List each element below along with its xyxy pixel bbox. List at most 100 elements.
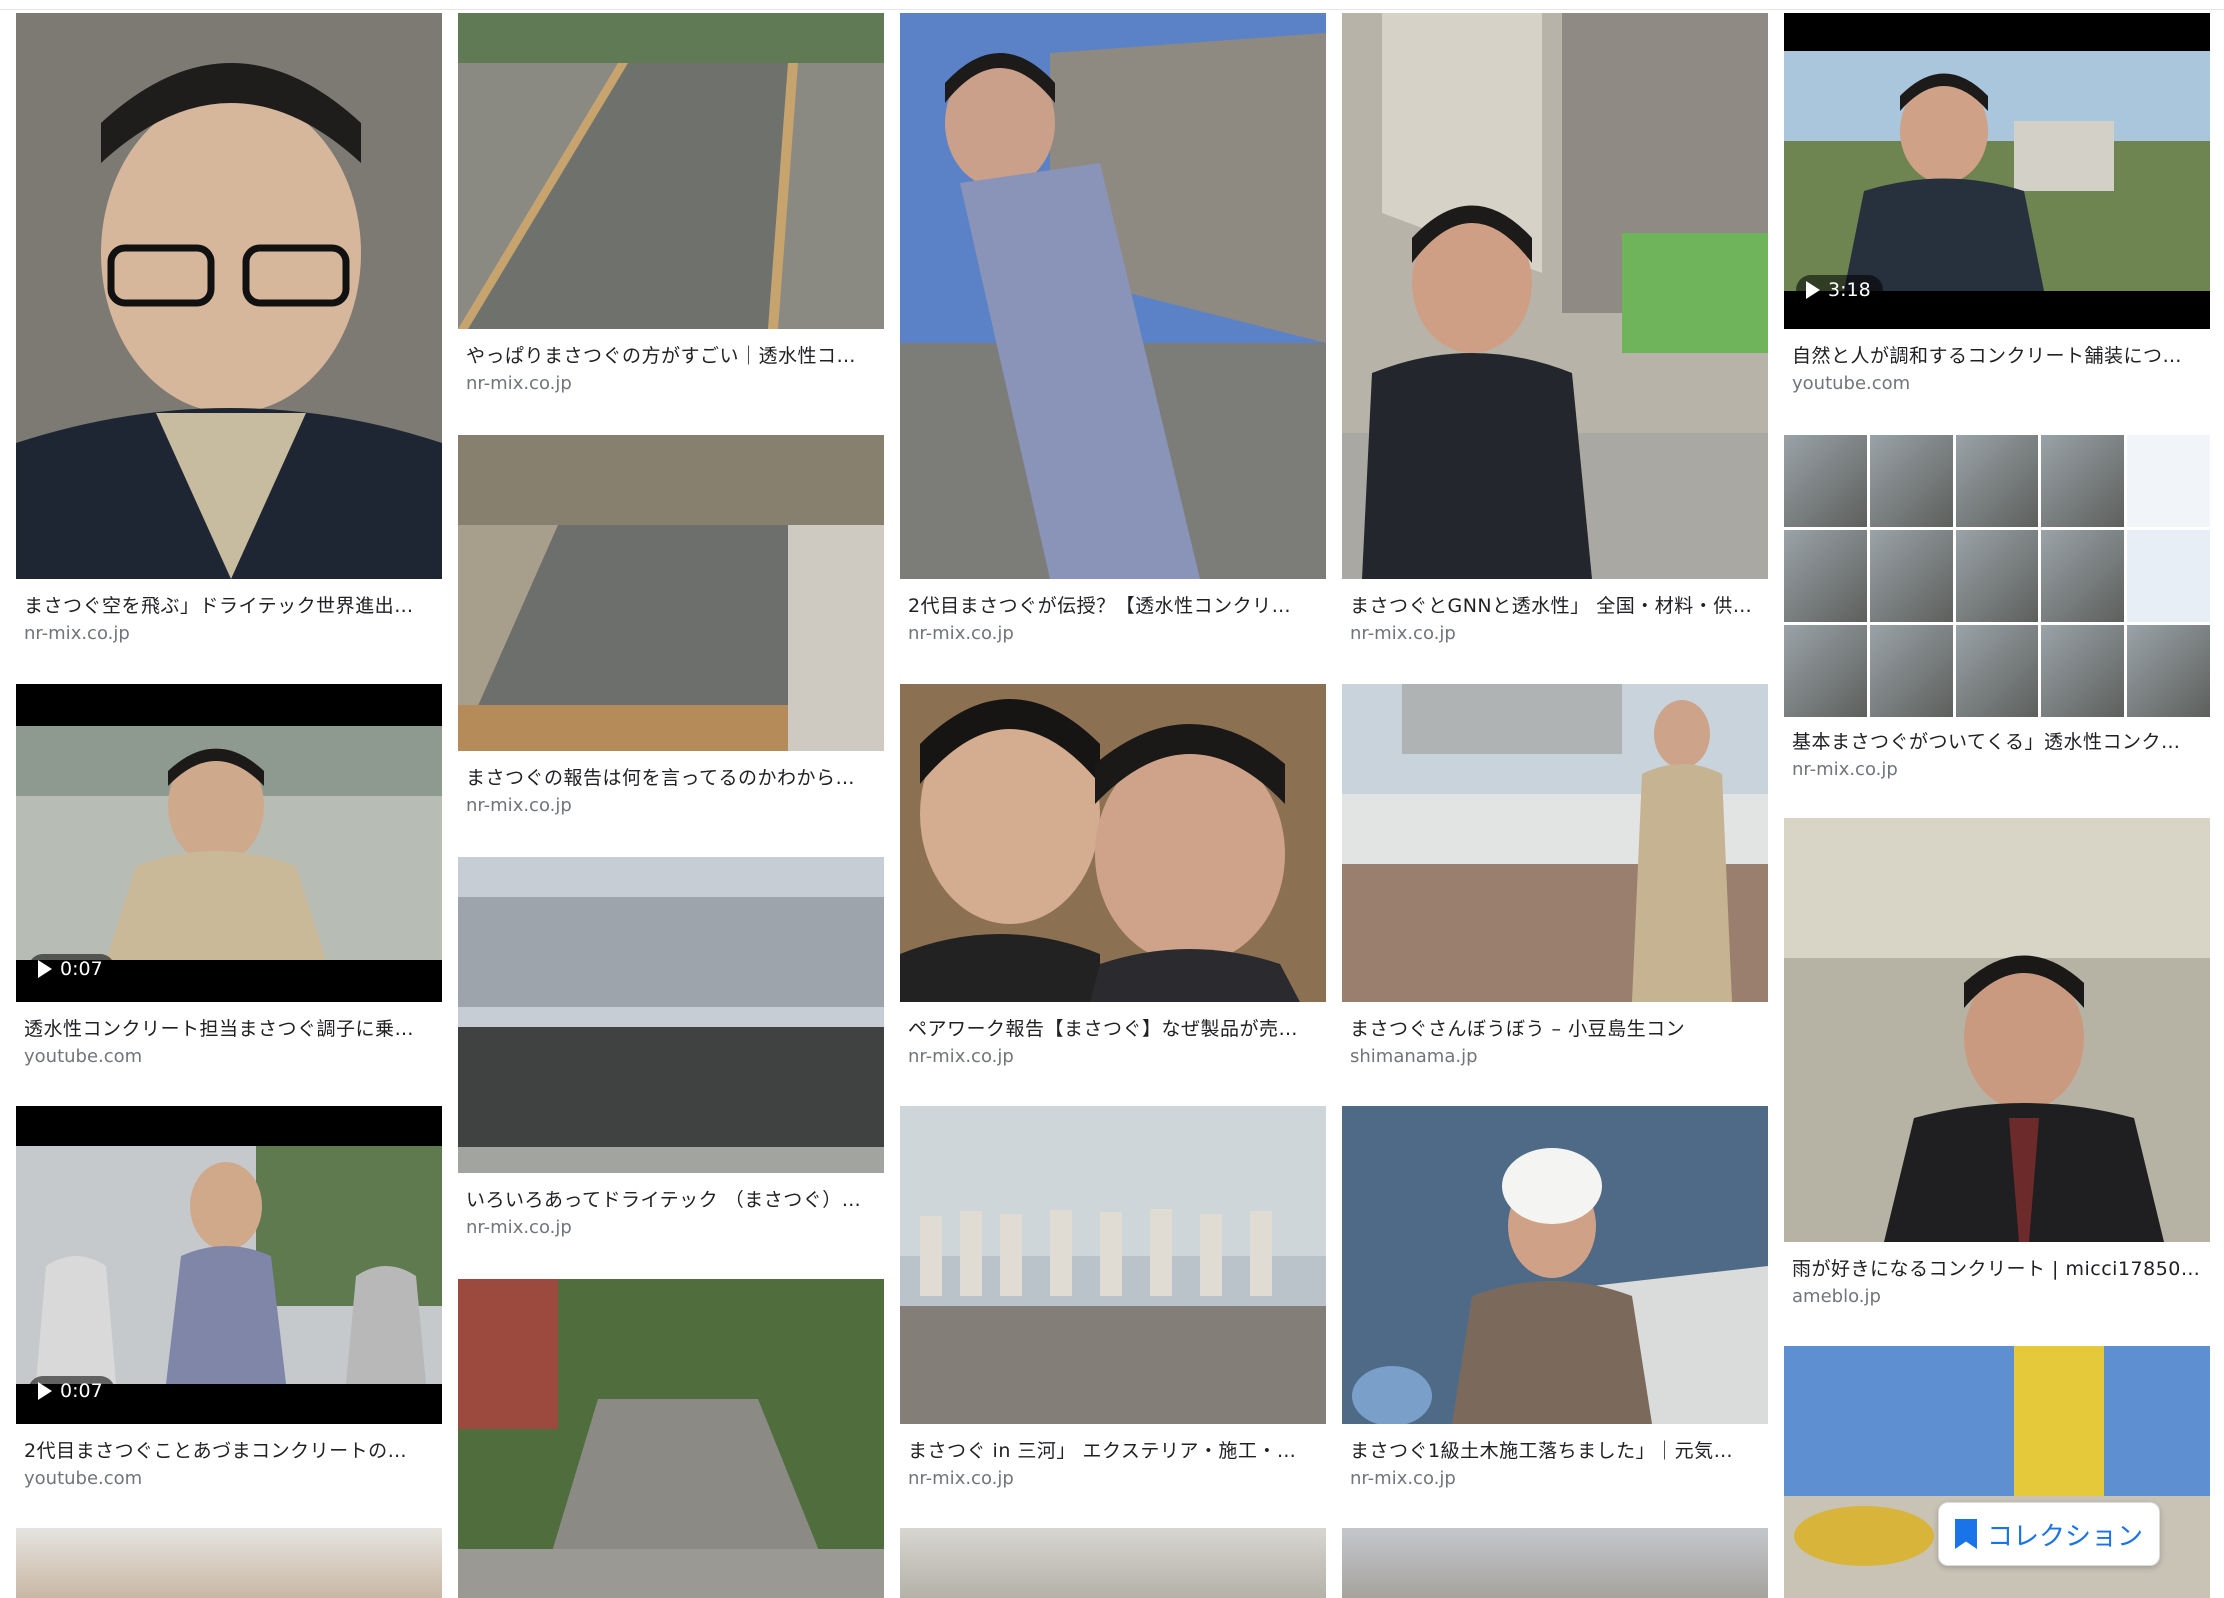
pavement-photo <box>458 857 884 1173</box>
worker-photo <box>900 13 1326 579</box>
garden-path-photo <box>458 1279 884 1598</box>
result-title[interactable]: 自然と人が調和するコンクリート舗装につ… <box>1792 341 2204 368</box>
video-frame <box>16 726 442 960</box>
duration-text: 0:07 <box>60 958 103 980</box>
bookmark-icon <box>1954 1519 1977 1549</box>
image-result-card[interactable]: まさつぐ in 三河」 エクステリア・施工・… nr-mix.co.jp <box>900 1106 1326 1506</box>
result-title[interactable]: やっぱりまさつぐの方がすごい｜透水性コ… <box>466 341 878 368</box>
result-title[interactable]: まさつぐ in 三河」 エクステリア・施工・… <box>908 1436 1320 1463</box>
selfie-photo <box>900 684 1326 1002</box>
result-title[interactable]: まさつぐさんぼうぼう – 小豆島生コン <box>1350 1014 1762 1041</box>
result-source[interactable]: youtube.com <box>24 1468 142 1489</box>
image-result-card[interactable] <box>900 1528 1326 1598</box>
result-title[interactable]: まさつぐの報告は何を言ってるのかわから… <box>466 763 878 790</box>
result-source[interactable]: youtube.com <box>24 1046 142 1067</box>
image-result-card[interactable]: まさつぐ空を飛ぶ」ドライテック世界進出… nr-mix.co.jp <box>16 13 442 663</box>
result-title[interactable]: まさつぐ1級土木施工落ちました」｜元気… <box>1350 1436 1762 1463</box>
video-duration-badge: 3:18 <box>1796 275 1883 305</box>
video-result-card[interactable]: 3:18 自然と人が調和するコンクリート舗装につ… youtube.com <box>1784 13 2210 403</box>
video-result-card[interactable]: 0:07 2代目まさつぐことあづまコンクリートの… youtube.com <box>16 1106 442 1506</box>
site-photo <box>1342 684 1768 1002</box>
image-result-card[interactable] <box>458 1279 884 1598</box>
video-result-card[interactable]: 0:07 透水性コンクリート担当まさつぐ調子に乗… youtube.com <box>16 684 442 1084</box>
result-thumbnail[interactable] <box>458 1279 884 1598</box>
result-thumbnail[interactable] <box>900 684 1326 1002</box>
result-thumbnail[interactable] <box>1784 818 2210 1242</box>
result-source[interactable]: nr-mix.co.jp <box>1350 1468 1456 1489</box>
top-divider <box>0 0 2224 10</box>
result-source[interactable]: nr-mix.co.jp <box>466 795 572 816</box>
result-title[interactable]: 2代目まさつぐことあづまコンクリートの… <box>24 1436 436 1463</box>
result-title[interactable]: ペアワーク報告【まさつぐ】なぜ製品が売… <box>908 1014 1320 1041</box>
result-source[interactable]: shimanama.jp <box>1350 1046 1478 1067</box>
play-icon <box>1806 281 1820 299</box>
result-source[interactable]: nr-mix.co.jp <box>1792 759 1898 780</box>
result-source[interactable]: nr-mix.co.jp <box>908 1046 1014 1067</box>
result-thumbnail[interactable] <box>900 13 1326 579</box>
result-thumbnail[interactable]: 0:07 <box>16 684 442 1002</box>
result-thumbnail[interactable] <box>458 13 884 329</box>
selfie-photo <box>1784 818 2210 1242</box>
result-thumbnail[interactable] <box>900 1106 1326 1424</box>
helmet-worker-photo <box>1342 1106 1768 1424</box>
video-frame <box>16 1146 442 1384</box>
image-result-card[interactable]: 2代目まさつぐが伝授？【透水性コンクリ… nr-mix.co.jp <box>900 13 1326 663</box>
result-thumbnail[interactable] <box>1342 1528 1768 1598</box>
image-result-card[interactable]: 雨が好きになるコンクリート | micci17850… ameblo.jp <box>1784 818 2210 1318</box>
image-result-card[interactable]: いろいろあってドライテック （まさつぐ）… nr-mix.co.jp <box>458 857 884 1247</box>
result-thumbnail[interactable] <box>900 1528 1326 1598</box>
letterbox-top <box>16 1106 442 1146</box>
portrait-photo <box>16 13 442 579</box>
result-thumbnail[interactable] <box>458 435 884 751</box>
image-result-card[interactable]: まさつぐとGNNと透水性」 全国・材料・供… nr-mix.co.jp <box>1342 13 1768 663</box>
result-thumbnail[interactable]: 3:18 <box>1784 13 2210 329</box>
result-source[interactable]: nr-mix.co.jp <box>24 623 130 644</box>
video-duration-badge: 0:07 <box>28 1376 115 1406</box>
result-source[interactable]: nr-mix.co.jp <box>466 373 572 394</box>
collage-image <box>1784 435 2210 717</box>
letterbox-top <box>16 684 442 726</box>
pavement-photo <box>458 435 884 751</box>
result-thumbnail[interactable] <box>16 1528 442 1598</box>
result-title[interactable]: 透水性コンクリート担当まさつぐ調子に乗… <box>24 1014 436 1041</box>
result-title[interactable]: 基本まさつぐがついてくる」透水性コンク… <box>1792 727 2204 754</box>
collection-button-label: コレクション <box>1986 1521 2143 1552</box>
play-icon <box>38 1382 52 1400</box>
image-result-card[interactable]: まさつぐの報告は何を言ってるのかわから… nr-mix.co.jp <box>458 435 884 825</box>
image-result-card[interactable]: まさつぐさんぼうぼう – 小豆島生コン shimanama.jp <box>1342 684 1768 1084</box>
result-title[interactable]: 雨が好きになるコンクリート | micci17850… <box>1792 1254 2204 1281</box>
play-icon <box>38 960 52 978</box>
result-thumbnail[interactable] <box>458 857 884 1173</box>
pavement-photo <box>458 13 884 329</box>
duration-text: 3:18 <box>1828 279 1871 301</box>
letterbox-top <box>1784 13 2210 51</box>
group-photo <box>900 1106 1326 1424</box>
result-thumbnail[interactable] <box>1784 435 2210 717</box>
duration-text: 0:07 <box>60 1380 103 1402</box>
image-result-card[interactable]: 基本まさつぐがついてくる」透水性コンク… nr-mix.co.jp <box>1784 435 2210 795</box>
result-title[interactable]: まさつぐとGNNと透水性」 全国・材料・供… <box>1350 591 1762 618</box>
result-source[interactable]: nr-mix.co.jp <box>908 623 1014 644</box>
result-thumbnail[interactable] <box>1342 684 1768 1002</box>
result-thumbnail[interactable] <box>1342 1106 1768 1424</box>
image-result-card[interactable] <box>1342 1528 1768 1598</box>
result-thumbnail[interactable]: 0:07 <box>16 1106 442 1424</box>
result-source[interactable]: youtube.com <box>1792 373 1910 394</box>
video-frame <box>1784 51 2210 291</box>
image-result-card[interactable] <box>16 1528 442 1598</box>
video-duration-badge: 0:07 <box>28 954 115 984</box>
result-source[interactable]: nr-mix.co.jp <box>1350 623 1456 644</box>
result-source[interactable]: nr-mix.co.jp <box>908 1468 1014 1489</box>
result-title[interactable]: 2代目まさつぐが伝授？【透水性コンクリ… <box>908 591 1320 618</box>
plant-photo <box>1342 13 1768 579</box>
image-result-card[interactable]: まさつぐ1級土木施工落ちました」｜元気… nr-mix.co.jp <box>1342 1106 1768 1506</box>
image-result-card[interactable]: ペアワーク報告【まさつぐ】なぜ製品が売… nr-mix.co.jp <box>900 684 1326 1084</box>
result-title[interactable]: まさつぐ空を飛ぶ」ドライテック世界進出… <box>24 591 436 618</box>
result-thumbnail[interactable] <box>1342 13 1768 579</box>
result-title[interactable]: いろいろあってドライテック （まさつぐ）… <box>466 1185 878 1212</box>
result-source[interactable]: ameblo.jp <box>1792 1286 1881 1307</box>
image-result-card[interactable]: やっぱりまさつぐの方がすごい｜透水性コ… nr-mix.co.jp <box>458 13 884 403</box>
collection-button[interactable]: コレクション <box>1938 1502 2160 1566</box>
result-thumbnail[interactable] <box>16 13 442 579</box>
result-source[interactable]: nr-mix.co.jp <box>466 1217 572 1238</box>
